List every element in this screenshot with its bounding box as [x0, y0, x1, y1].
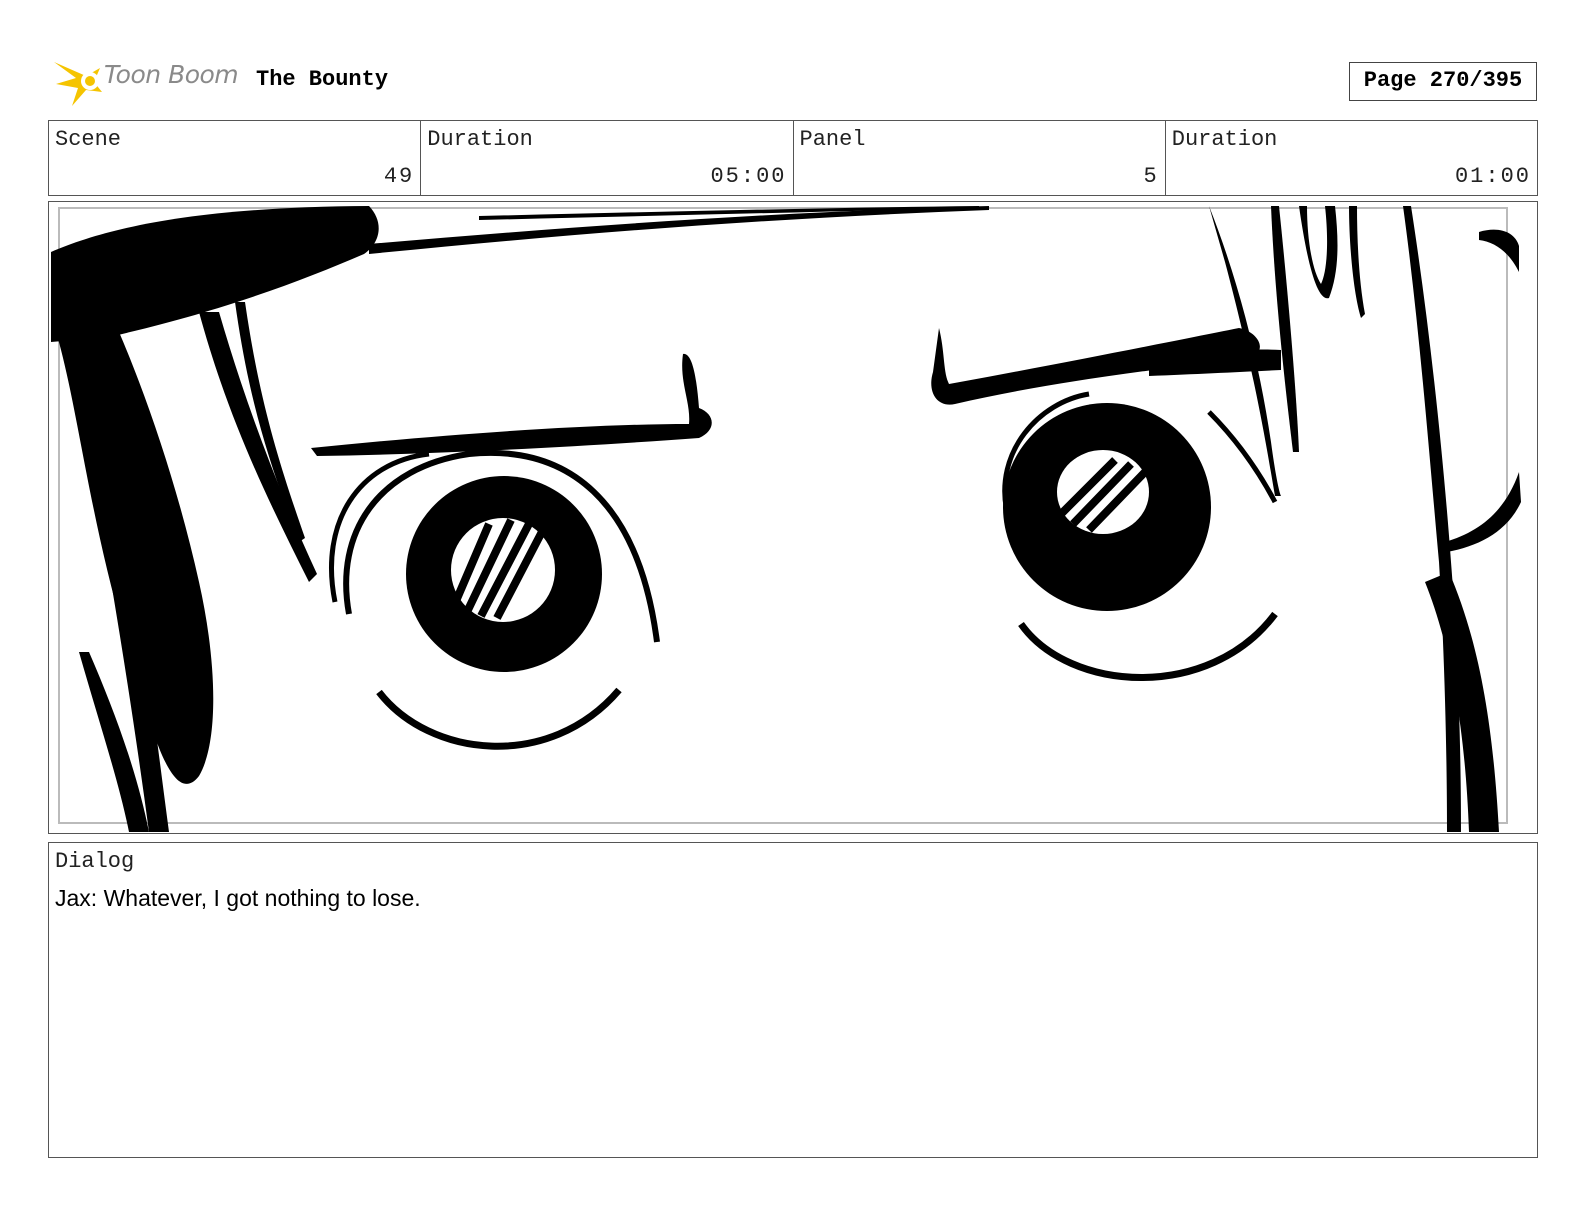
logo-text: Toon Boom [104, 60, 239, 89]
scene-cell: Scene 49 [49, 121, 422, 195]
scene-value: 49 [383, 164, 415, 189]
panel-duration-cell: Duration 01:00 [1166, 121, 1537, 195]
storyboard-panel [48, 201, 1538, 834]
scene-duration-value: 05:00 [710, 164, 787, 189]
dialog-box: Dialog Jax: Whatever, I got nothing to l… [48, 842, 1538, 1158]
page-number: Page 270/395 [1349, 62, 1537, 101]
panel-label: Panel [799, 127, 866, 152]
panel-cell: Panel 5 [794, 121, 1166, 195]
document-title: The Bounty [256, 67, 389, 92]
panel-info-row: Scene 49 Duration 05:00 Panel 5 Duration… [48, 120, 1538, 196]
panel-drawing [51, 206, 1521, 832]
panel-value: 5 [1143, 164, 1159, 189]
scene-duration-label: Duration [427, 127, 533, 152]
dialog-text: Jax: Whatever, I got nothing to lose. [55, 885, 421, 911]
panel-duration-label: Duration [1171, 127, 1278, 152]
scene-duration-cell: Duration 05:00 [421, 121, 794, 195]
scene-label: Scene [55, 127, 122, 152]
dialog-label: Dialog [55, 849, 135, 874]
panel-duration-value: 01:00 [1454, 164, 1531, 189]
